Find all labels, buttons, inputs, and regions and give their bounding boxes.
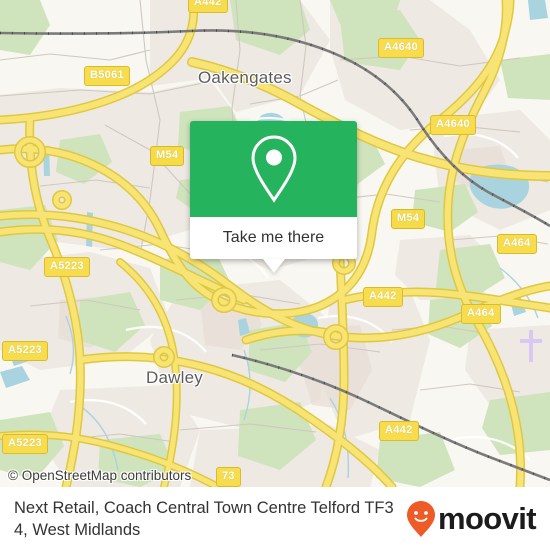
road-shield-a442-mid: A442 xyxy=(363,287,403,307)
location-popup[interactable]: Take me there xyxy=(190,121,357,273)
map-label-oakengates: Oakengates xyxy=(198,68,292,87)
road-shield-a464-south: A464 xyxy=(461,304,501,324)
popup-pointer-tail xyxy=(262,259,285,273)
road-shield-m54-east: M54 xyxy=(391,209,426,229)
moovit-pin-smile-icon xyxy=(406,500,435,537)
map-canvas[interactable]: Oakengates Dawley A442 A4640 B5061 A4640… xyxy=(0,0,550,487)
road-shield-a464-north: A464 xyxy=(497,234,537,254)
osm-attribution[interactable]: © OpenStreetMap contributors xyxy=(8,468,191,483)
map-label-dawley: Dawley xyxy=(146,368,203,387)
moovit-map-screenshot: Oakengates Dawley A442 A4640 B5061 A4640… xyxy=(0,0,550,550)
map-pin-icon xyxy=(250,135,297,203)
popup-header xyxy=(190,121,357,217)
church-cross-icon xyxy=(520,330,542,362)
road-shield-73: 73 xyxy=(216,467,241,487)
road-shield-b5061: B5061 xyxy=(84,66,130,86)
moovit-wordmark: moovit xyxy=(437,501,537,536)
road-shield-m54-west: M54 xyxy=(150,146,185,166)
road-shield-a5223-mid: A5223 xyxy=(2,341,48,361)
take-me-there-label: Take me there xyxy=(222,229,325,246)
road-shield-a442-top: A442 xyxy=(188,0,228,13)
place-name-label: Next Retail, Coach Central Town Centre T… xyxy=(14,498,394,539)
road-shield-a4640-east: A4640 xyxy=(430,115,476,135)
road-shield-a5223-lower: A5223 xyxy=(2,434,48,454)
popup-action-bar[interactable]: Take me there xyxy=(190,217,357,259)
road-shield-a442-south: A442 xyxy=(379,421,419,441)
road-shield-a4640-north: A4640 xyxy=(378,38,424,58)
footer-bar: Next Retail, Coach Central Town Centre T… xyxy=(0,487,550,550)
moovit-logo[interactable]: moovit xyxy=(406,500,550,538)
road-shield-a5223-upper: A5223 xyxy=(44,257,90,277)
